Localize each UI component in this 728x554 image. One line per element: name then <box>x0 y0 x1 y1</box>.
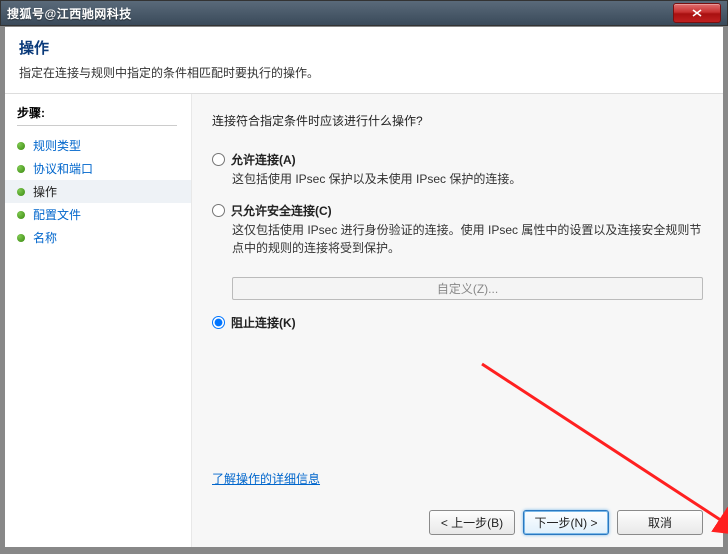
option-allow: 允许连接(A) 这包括使用 IPsec 保护以及未使用 IPsec 保护的连接。 <box>212 151 703 188</box>
button-bar: < 上一步(B) 下一步(N) > 取消 <box>429 510 703 535</box>
content-pane: 连接符合指定条件时应该进行什么操作? 允许连接(A) 这包括使用 IPsec 保… <box>191 94 723 547</box>
option-allow-row[interactable]: 允许连接(A) <box>212 151 703 168</box>
option-secure-row[interactable]: 只允许安全连接(C) <box>212 202 703 219</box>
titlebar: 搜狐号@江西驰网科技 <box>0 0 728 26</box>
next-button[interactable]: 下一步(N) > <box>523 510 609 535</box>
option-block-row[interactable]: 阻止连接(K) <box>212 314 703 331</box>
step-profile[interactable]: 配置文件 <box>17 203 191 226</box>
option-secure: 只允许安全连接(C) 这仅包括使用 IPsec 进行身份验证的连接。使用 IPs… <box>212 202 703 257</box>
step-label: 规则类型 <box>33 137 81 154</box>
wizard-body: 步骤: 规则类型 协议和端口 操作 配置文件 名称 <box>5 94 723 547</box>
page-title: 操作 <box>19 37 709 58</box>
radio-secure[interactable] <box>212 204 225 217</box>
step-protocol-port[interactable]: 协议和端口 <box>17 157 191 180</box>
bullet-icon <box>17 234 25 242</box>
cancel-button[interactable]: 取消 <box>617 510 703 535</box>
step-label: 操作 <box>33 183 57 200</box>
question-text: 连接符合指定条件时应该进行什么操作? <box>212 112 703 129</box>
close-icon <box>692 9 702 17</box>
option-secure-label: 只允许安全连接(C) <box>231 202 332 219</box>
step-label: 协议和端口 <box>33 160 93 177</box>
option-block: 阻止连接(K) <box>212 314 703 331</box>
step-rule-type[interactable]: 规则类型 <box>17 134 191 157</box>
back-button[interactable]: < 上一步(B) <box>429 510 515 535</box>
option-block-label: 阻止连接(K) <box>231 314 296 331</box>
wizard-window: 操作 指定在连接与规则中指定的条件相匹配时要执行的操作。 步骤: 规则类型 协议… <box>4 26 724 541</box>
bullet-icon <box>17 142 25 150</box>
step-name[interactable]: 名称 <box>17 226 191 249</box>
bullet-icon <box>17 211 25 219</box>
window-title: 搜狐号@江西驰网科技 <box>7 5 673 22</box>
close-button[interactable] <box>673 3 721 23</box>
step-label: 配置文件 <box>33 206 81 223</box>
divider <box>17 125 177 126</box>
option-secure-desc: 这仅包括使用 IPsec 进行身份验证的连接。使用 IPsec 属性中的设置以及… <box>232 221 703 257</box>
step-action[interactable]: 操作 <box>5 180 191 203</box>
learn-more-link[interactable]: 了解操作的详细信息 <box>212 470 703 487</box>
page-subtitle: 指定在连接与规则中指定的条件相匹配时要执行的操作。 <box>19 64 709 81</box>
option-allow-label: 允许连接(A) <box>231 151 296 168</box>
radio-block[interactable] <box>212 316 225 329</box>
customize-button: 自定义(Z)... <box>232 277 703 300</box>
steps-heading: 步骤: <box>17 104 191 121</box>
option-allow-desc: 这包括使用 IPsec 保护以及未使用 IPsec 保护的连接。 <box>232 170 703 188</box>
steps-sidebar: 步骤: 规则类型 协议和端口 操作 配置文件 名称 <box>5 94 191 547</box>
radio-allow[interactable] <box>212 153 225 166</box>
bullet-icon <box>17 188 25 196</box>
step-label: 名称 <box>33 229 57 246</box>
bullet-icon <box>17 165 25 173</box>
wizard-header: 操作 指定在连接与规则中指定的条件相匹配时要执行的操作。 <box>5 27 723 94</box>
